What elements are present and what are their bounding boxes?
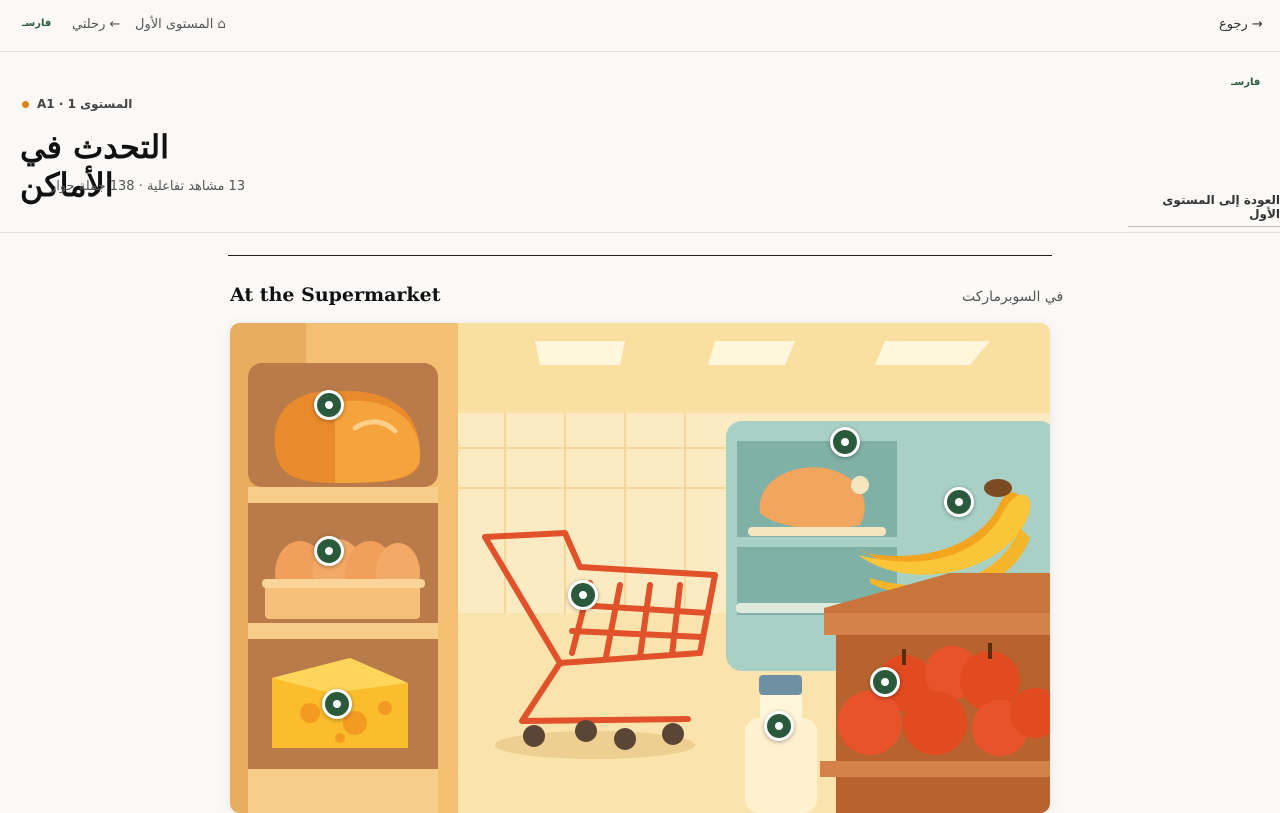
- hotspot-eggs[interactable]: [314, 536, 344, 566]
- breadcrumb-my-journey[interactable]: رحلتي ←: [72, 17, 120, 32]
- level-badge-label: A1 · المستوى 1: [37, 97, 133, 111]
- return-to-level-link[interactable]: العودة إلى المستوى الأول: [1128, 193, 1280, 227]
- brand-logo-secondary: فارسـ: [1231, 77, 1261, 88]
- page-subtitle: 13 مشاهد تفاعلية · 138 جملة حوار: [50, 179, 246, 194]
- scene-illustration: [230, 323, 1050, 813]
- hotspot-bread[interactable]: [314, 390, 344, 420]
- page-header: فارسـ A1 · المستوى 1 التحدث في الأماكن 1…: [0, 52, 1280, 233]
- section-divider: [228, 255, 1052, 256]
- level-badge: A1 · المستوى 1: [22, 97, 132, 111]
- back-link[interactable]: رجوع →: [1219, 17, 1263, 32]
- scene-title-english: At the Supermarket: [230, 284, 441, 306]
- top-nav: رجوع → فارسـ رحلتي ← المستوى الأول ⌂: [0, 0, 1280, 52]
- supermarket-illustration: [230, 323, 1050, 813]
- level-dot-icon: [22, 100, 29, 108]
- hotspot-cart[interactable]: [568, 580, 598, 610]
- hotspot-chicken[interactable]: [830, 427, 860, 457]
- scene-title-arabic: في السوبرماركت: [962, 289, 1064, 305]
- hotspot-milk[interactable]: [764, 711, 794, 741]
- brand-logo[interactable]: فارسـ: [22, 18, 51, 29]
- hotspot-cheese[interactable]: [322, 689, 352, 719]
- hotspot-bananas[interactable]: [944, 487, 974, 517]
- hotspot-apples[interactable]: [870, 667, 900, 697]
- breadcrumb-level-one[interactable]: المستوى الأول ⌂: [135, 17, 226, 32]
